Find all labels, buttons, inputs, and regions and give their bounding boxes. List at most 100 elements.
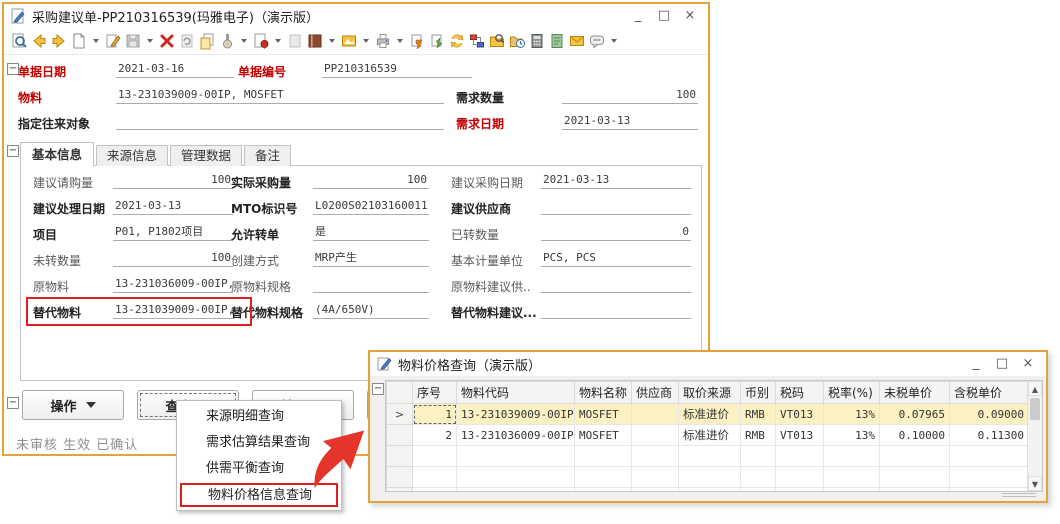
form-value[interactable]: (4A/650V) — [313, 302, 429, 319]
edit-icon[interactable] — [104, 32, 122, 50]
cell-material-code[interactable]: 13-231036009-00IP — [457, 425, 575, 446]
plugin-dropdown-caret[interactable] — [241, 39, 247, 43]
form-value[interactable]: 2021-03-13 — [113, 198, 233, 215]
demand-date-value[interactable]: 2021-03-13 — [562, 113, 698, 130]
print-icon[interactable] — [374, 32, 392, 50]
form-value[interactable]: L0200S02103160011 — [313, 198, 429, 215]
save-dropdown-caret[interactable] — [147, 39, 153, 43]
tabs-collapse-toggle[interactable]: − — [7, 145, 19, 157]
form-value[interactable] — [541, 276, 691, 293]
column-header[interactable]: 取价来源 — [679, 382, 741, 404]
workflow-icon[interactable] — [468, 32, 486, 50]
new-dropdown-caret[interactable] — [93, 39, 99, 43]
cell-price-incl-tax[interactable]: 0.11300 — [950, 425, 1029, 446]
scroll-down-icon[interactable]: ▼ — [1028, 476, 1042, 491]
cell-material-name[interactable]: MOSFET — [575, 404, 632, 425]
book-dropdown-caret[interactable] — [329, 39, 335, 43]
blank-page-icon[interactable] — [286, 32, 304, 50]
cell-currency[interactable]: RMB — [741, 425, 776, 446]
cell-tax-code[interactable]: VT013 — [776, 404, 824, 425]
push-link-icon[interactable] — [408, 32, 426, 50]
form-value[interactable]: PCS, PCS — [541, 250, 691, 267]
table-row[interactable]: 2 13-231036009-00IP MOSFET 标准进价 RMB VT01… — [387, 425, 1029, 446]
popup-minimize-button[interactable]: _ — [963, 354, 989, 374]
plugin-icon[interactable] — [218, 32, 236, 50]
book-icon[interactable] — [306, 32, 324, 50]
minimize-button[interactable]: _ — [625, 6, 651, 26]
history-icon[interactable] — [508, 32, 526, 50]
form-value[interactable]: 100 — [313, 172, 429, 189]
note-icon[interactable] — [548, 32, 566, 50]
substitute-material-value[interactable]: 13-231039009-00IP, — [113, 302, 233, 319]
cell-seq[interactable]: 1 — [413, 404, 457, 425]
form-value[interactable]: 是 — [313, 224, 429, 241]
title-bar[interactable]: 采购建议单-PP210316539(玛雅电子)（演示版） _ □ × — [4, 4, 708, 28]
cell-currency[interactable]: RMB — [741, 404, 776, 425]
column-header[interactable]: 税码 — [776, 382, 824, 404]
refresh-document-icon[interactable] — [178, 32, 196, 50]
vertical-scrollbar[interactable]: ▲ ▼ — [1027, 381, 1042, 491]
column-header[interactable]: 未税单价 — [880, 382, 950, 404]
footer-collapse-toggle[interactable]: − — [7, 397, 19, 409]
cell-material-name[interactable]: MOSFET — [575, 425, 632, 446]
popup-close-button[interactable]: × — [1015, 354, 1041, 374]
column-header[interactable]: 币别 — [741, 382, 776, 404]
column-header[interactable]: 含税单价 — [950, 382, 1029, 404]
save-icon[interactable] — [124, 32, 142, 50]
cell-supplier[interactable] — [632, 404, 679, 425]
popup-maximize-button[interactable]: □ — [989, 354, 1015, 374]
cell-seq[interactable]: 2 — [413, 425, 457, 446]
form-value[interactable]: MRP产生 — [313, 250, 429, 267]
tab-source-info[interactable]: 来源信息 — [96, 145, 168, 166]
column-header[interactable]: 税率(%) — [824, 382, 880, 404]
audit-dropdown-caret[interactable] — [275, 39, 281, 43]
form-value[interactable]: 100 — [113, 172, 233, 189]
material-value[interactable]: 13-231039009-00IP, MOSFET — [116, 87, 444, 104]
audit-icon[interactable] — [252, 32, 270, 50]
pull-link-icon[interactable] — [428, 32, 446, 50]
scroll-up-icon[interactable]: ▲ — [1028, 381, 1042, 396]
find-folder-icon[interactable] — [488, 32, 506, 50]
view-search-icon[interactable] — [10, 32, 28, 50]
close-button[interactable]: × — [677, 6, 703, 26]
mail-icon[interactable] — [568, 32, 586, 50]
maximize-button[interactable]: □ — [651, 6, 677, 26]
bill-date-value[interactable]: 2021-03-16 — [116, 61, 234, 78]
form-value[interactable]: 13-231036009-00IP, — [113, 276, 233, 293]
popup-collapse-toggle[interactable]: − — [372, 383, 384, 395]
cell-price-excl-tax[interactable]: 0.10000 — [880, 425, 950, 446]
column-header[interactable]: 物料名称 — [575, 382, 632, 404]
cell-tax-code[interactable]: VT013 — [776, 425, 824, 446]
popup-title-bar[interactable]: 物料价格查询（演示版） _ □ × — [370, 352, 1046, 376]
forward-icon[interactable] — [50, 32, 68, 50]
cell-supplier[interactable] — [632, 425, 679, 446]
exchange-icon[interactable] — [448, 32, 466, 50]
table-row[interactable]: > 1 13-231039009-00IP MOSFET 标准进价 RMB VT… — [387, 404, 1029, 425]
tab-basic-info[interactable]: 基本信息 — [20, 142, 94, 166]
delete-icon[interactable] — [158, 32, 176, 50]
print-dropdown-caret[interactable] — [397, 39, 403, 43]
column-header[interactable]: 供应商 — [632, 382, 679, 404]
export-image-icon[interactable] — [340, 32, 358, 50]
partner-value[interactable] — [116, 113, 444, 130]
export-dropdown-caret[interactable] — [363, 39, 369, 43]
operation-button[interactable]: 操作 — [22, 390, 124, 420]
form-value[interactable]: 100 — [113, 250, 233, 267]
comment-icon[interactable] — [588, 32, 606, 50]
tab-management-data[interactable]: 管理数据 — [170, 145, 242, 166]
cell-price-source[interactable]: 标准进价 — [679, 404, 741, 425]
tab-remarks[interactable]: 备注 — [244, 145, 291, 166]
scrollbar-thumb[interactable] — [1030, 398, 1040, 420]
form-value[interactable] — [541, 302, 691, 319]
calculator-icon[interactable] — [528, 32, 546, 50]
form-value[interactable] — [313, 276, 429, 293]
form-value[interactable] — [541, 198, 691, 215]
copy-icon[interactable] — [198, 32, 216, 50]
cell-material-code[interactable]: 13-231039009-00IP — [457, 404, 575, 425]
resize-grip[interactable] — [1002, 493, 1036, 498]
bill-number-value[interactable]: PP210316539 — [322, 61, 472, 78]
column-header[interactable]: 序号 — [413, 382, 457, 404]
cell-price-source[interactable]: 标准进价 — [679, 425, 741, 446]
form-value[interactable]: 0 — [541, 224, 691, 241]
form-value[interactable]: 2021-03-13 — [541, 172, 691, 189]
